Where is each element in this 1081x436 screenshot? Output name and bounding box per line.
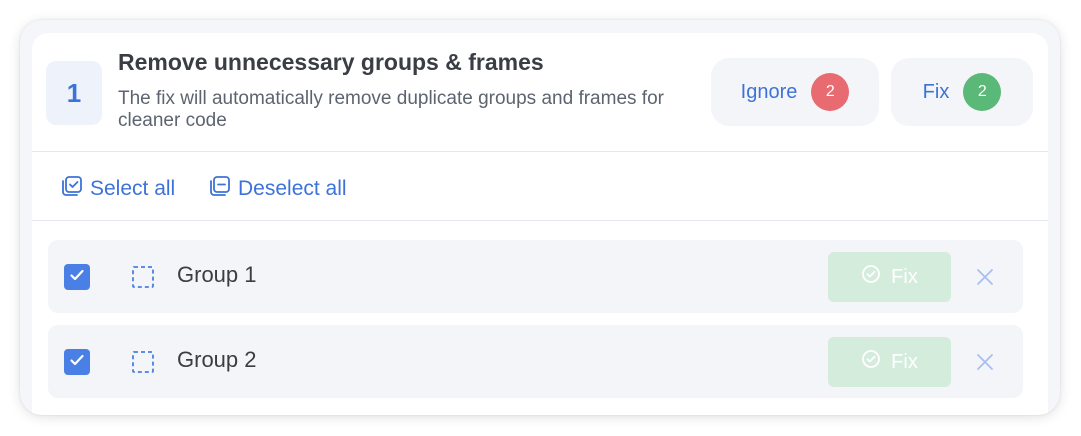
row-fix-label: Fix [891, 350, 918, 373]
select-all-label: Select all [90, 177, 176, 200]
list-item: Group 1 Fix [48, 240, 1023, 313]
group-list: Group 1 Fix Group 2 Fix [32, 221, 1048, 415]
deselect-all-icon [208, 174, 232, 204]
row-label: Group 2 [177, 347, 257, 372]
select-all-icon [60, 174, 84, 204]
issue-description: The fix will automatically remove duplic… [118, 88, 664, 131]
fix-count-badge: 2 [963, 73, 1002, 111]
row-checkbox[interactable] [64, 349, 90, 375]
row-checkbox[interactable] [64, 264, 90, 290]
check-circle-icon [861, 264, 881, 290]
checkmark-icon [68, 351, 86, 374]
row-fix-label: Fix [891, 265, 918, 288]
ignore-label: Ignore [740, 80, 798, 103]
selection-toolbar: Select all Deselect all [32, 151, 1048, 221]
list-item: Group 2 Fix [48, 325, 1023, 398]
issue-card: 1 Remove unnecessary groups & frames The… [20, 20, 1060, 415]
deselect-all-label: Deselect all [238, 177, 347, 200]
issue-number-badge: 1 [46, 61, 102, 125]
select-all-button[interactable]: Select all [60, 174, 175, 204]
dashed-group-icon [131, 350, 155, 379]
checkmark-icon [68, 266, 86, 289]
deselect-all-button[interactable]: Deselect all [208, 174, 347, 204]
row-fix-button[interactable]: Fix [828, 252, 951, 302]
dashed-group-icon [131, 265, 155, 294]
close-icon[interactable] [973, 265, 997, 289]
issue-title: Remove unnecessary groups & frames [118, 49, 544, 75]
close-icon[interactable] [973, 350, 997, 374]
issue-header: 1 Remove unnecessary groups & frames The… [32, 33, 1048, 151]
row-label: Group 1 [177, 262, 257, 287]
check-circle-icon [861, 349, 881, 375]
row-fix-button[interactable]: Fix [828, 337, 951, 387]
ignore-button[interactable]: Ignore 2 [711, 58, 879, 126]
fix-all-label: Fix [922, 80, 950, 103]
fix-all-button[interactable]: Fix 2 [891, 58, 1033, 126]
ignore-count-badge: 2 [811, 73, 850, 111]
